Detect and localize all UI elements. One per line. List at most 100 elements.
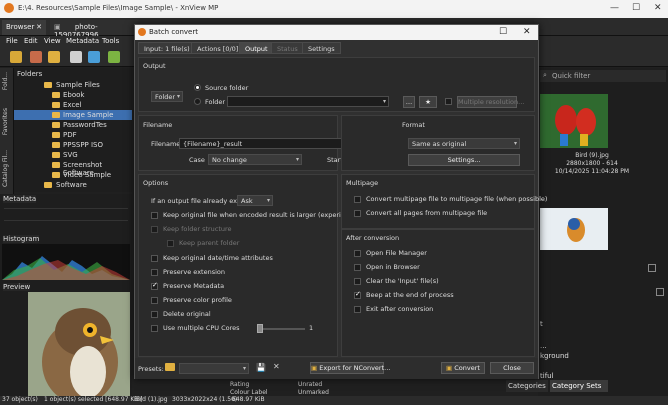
after-beep-checkbox[interactable] (354, 290, 361, 299)
menu-edit[interactable]: Edit (24, 37, 38, 45)
expand-icon[interactable] (656, 288, 664, 296)
minimize-icon[interactable]: — (610, 3, 619, 13)
option-preserve-profile-checkbox[interactable] (151, 297, 158, 304)
tab-close-icon[interactable]: ✕ (36, 23, 42, 31)
format-select[interactable]: Same as original ▾ (408, 138, 520, 149)
file-date: 10/14/2025 11:04:28 PM (554, 168, 630, 175)
folders-panel: Folders Sample Files Ebook Excel Image S… (14, 68, 132, 192)
batch-convert-dialog: Batch convert ☐ ✕ Input: 1 file(s) Actio… (134, 24, 547, 379)
window-title: E:\4. Resources\Sample Files\Image Sampl… (18, 4, 219, 12)
option-keep-structure-checkbox[interactable] (151, 226, 158, 233)
multipage-convert-checkbox[interactable] (354, 196, 361, 203)
view-grid-icon[interactable] (648, 264, 656, 272)
metadata-title: Metadata (3, 195, 37, 203)
tab-browser[interactable]: Browser ✕ (2, 20, 46, 35)
export-nconvert-button[interactable]: ▣ Export for NConvert... (310, 362, 390, 374)
after-open-file-manager-checkbox[interactable] (354, 250, 361, 257)
quick-filter[interactable]: ⌕ Quick filter (540, 70, 666, 82)
color-label: Colour Label (230, 389, 268, 396)
after-exit-checkbox[interactable] (354, 306, 361, 313)
option-label: Keep parent folder (179, 239, 240, 247)
category-item[interactable]: kground (540, 352, 569, 360)
chevron-down-icon: ▾ (242, 365, 246, 372)
move-icon[interactable] (88, 51, 100, 63)
tab-settings[interactable]: Settings (302, 42, 341, 54)
side-tab-catalog[interactable]: Catalog Fil... (2, 150, 9, 187)
open-folder-icon[interactable] (10, 51, 22, 63)
folder-icon[interactable] (48, 51, 60, 63)
tab-categories[interactable]: Categories (506, 380, 548, 392)
thumbnail-bird[interactable] (540, 208, 608, 250)
tab-input[interactable]: Input: 1 file(s) (138, 42, 196, 54)
multipage-all-pages-checkbox[interactable] (354, 210, 361, 217)
tab-photo[interactable]: ▣ photo-1590767996 (50, 20, 140, 39)
copy-icon[interactable] (70, 51, 82, 63)
tab-status[interactable]: Status (271, 42, 304, 54)
browse-button[interactable]: … (403, 96, 415, 108)
option-keep-parent-checkbox[interactable] (167, 240, 174, 247)
after-open-browser-checkbox[interactable] (354, 264, 361, 271)
tree-item[interactable]: Excel (14, 100, 132, 110)
option-preserve-extension-checkbox[interactable] (151, 269, 158, 276)
menu-file[interactable]: File (6, 37, 18, 45)
side-tab-folders[interactable]: Fold... (2, 72, 9, 90)
option-keep-datetime-checkbox[interactable] (151, 255, 158, 262)
close-window-icon[interactable]: ✕ (654, 3, 662, 13)
save-preset-icon[interactable]: 💾 (256, 363, 266, 372)
option-label: Keep folder structure (163, 225, 232, 233)
category-item[interactable]: t (540, 320, 543, 328)
menu-metadata[interactable]: Metadata (66, 37, 99, 45)
menu-tools[interactable]: Tools (102, 37, 119, 45)
status-count: 37 object(s) (2, 396, 38, 403)
metadata-panel: Metadata (0, 194, 132, 234)
dialog-maximize-icon[interactable]: ☐ (499, 27, 507, 37)
case-select[interactable]: No change ▾ (208, 154, 302, 165)
favorite-folder-button[interactable]: ★ (419, 96, 437, 108)
tree-item[interactable]: PDF (14, 130, 132, 140)
side-tab-favorites[interactable]: Favorites (2, 108, 9, 135)
tree-item-selected[interactable]: Image Sample (14, 110, 132, 120)
tree-item[interactable]: Ebook (14, 90, 132, 100)
format-settings-button[interactable]: Settings... (408, 154, 520, 166)
after-clear-input-checkbox[interactable] (354, 278, 361, 285)
color-value: Unmarked (298, 389, 329, 396)
folder-radio[interactable] (194, 98, 201, 105)
tab-output[interactable]: Output (239, 42, 274, 54)
tree-item[interactable]: PasswordTes (14, 120, 132, 130)
preset-folder-icon[interactable] (165, 363, 175, 371)
option-preserve-metadata-checkbox[interactable] (151, 281, 158, 290)
delete-preset-icon[interactable]: ✕ (273, 362, 280, 371)
exists-select[interactable]: Ask ▾ (237, 195, 273, 206)
menu-view[interactable]: View (44, 37, 61, 45)
convert-button[interactable]: ▣ Convert (441, 362, 485, 374)
category-item[interactable]: ... (540, 342, 547, 350)
multiple-resolution-button[interactable]: Multiple resolution... (457, 96, 524, 108)
option-keep-larger-checkbox[interactable] (151, 212, 158, 219)
option-delete-original-checkbox[interactable] (151, 311, 158, 318)
view-icon[interactable] (30, 51, 42, 63)
tree-item[interactable]: SVG (14, 150, 132, 160)
thumbnail-bird-9[interactable] (540, 94, 608, 148)
close-button[interactable]: Close (490, 362, 534, 374)
category-item[interactable]: tiful (540, 372, 554, 380)
tab-actions[interactable]: Actions [0/0] (191, 42, 245, 54)
source-folder-radio[interactable] (194, 84, 201, 91)
cpu-slider-handle[interactable] (257, 324, 263, 333)
tree-item[interactable]: Software (14, 180, 132, 190)
tree-item[interactable]: Screenshot Software (14, 160, 132, 177)
dialog-close-icon[interactable]: ✕ (523, 27, 531, 37)
multiple-resolution-checkbox[interactable] (445, 98, 452, 105)
tree-item[interactable]: PPSSPP ISO (14, 140, 132, 150)
tree-item[interactable]: Video Sample (14, 170, 132, 180)
folder-mode-select[interactable]: Folder ▾ (151, 91, 183, 102)
presets-select[interactable]: ▾ (179, 363, 249, 374)
format-heading: Format (402, 121, 425, 129)
folder-path-input[interactable]: ▾ (227, 96, 389, 107)
folder-icon (52, 112, 60, 118)
tab-category-sets[interactable]: Category Sets (550, 380, 608, 392)
after-label: Open in Browser (366, 263, 420, 271)
option-multiple-cpu-checkbox[interactable] (151, 325, 158, 332)
tree-item[interactable]: Sample Files (14, 80, 132, 90)
tag-icon[interactable] (108, 51, 120, 63)
maximize-icon[interactable]: ☐ (632, 3, 640, 13)
